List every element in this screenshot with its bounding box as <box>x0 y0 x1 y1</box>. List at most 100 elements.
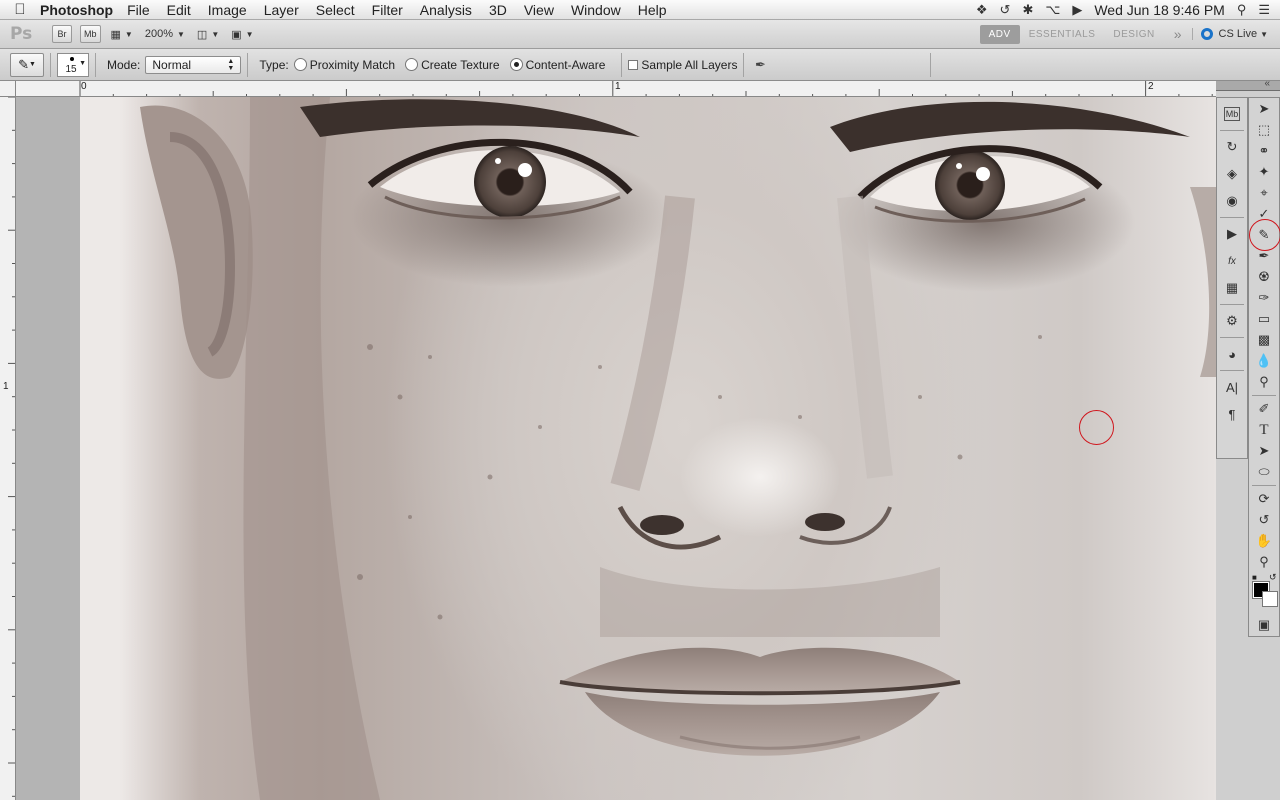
collapse-icon[interactable]: « <box>1264 78 1270 89</box>
horizontal-ruler[interactable]: 0 1 2 <box>16 81 1216 97</box>
sample-all-layers-checkbox[interactable]: Sample All Layers <box>628 58 737 72</box>
move-tool[interactable]: ➤ <box>1253 99 1275 119</box>
menu-clock[interactable]: Wed Jun 18 9:46 PM <box>1094 2 1224 18</box>
menu-help[interactable]: Help <box>638 2 667 18</box>
3d-orbit-tool[interactable]: ↺ <box>1253 510 1275 530</box>
menu-analysis[interactable]: Analysis <box>420 2 472 18</box>
ellipse-icon: ⬭ <box>1258 464 1270 479</box>
history-brush-tool[interactable]: ✑ <box>1253 288 1275 308</box>
zoom-icon: ⚲ <box>1259 554 1269 569</box>
eraser-tool[interactable]: ▭ <box>1253 309 1275 329</box>
swatches-panel-button[interactable]: ▦ <box>1221 277 1243 299</box>
pressure-size-button[interactable]: ✒ <box>750 55 770 75</box>
pen-tool[interactable]: ✐ <box>1253 399 1275 419</box>
background-color-swatch[interactable] <box>1262 591 1278 607</box>
radio-proximity-match[interactable]: Proximity Match <box>293 58 395 72</box>
workspace-design[interactable]: DESIGN <box>1104 25 1163 44</box>
path-selection-tool[interactable]: ➤ <box>1253 441 1275 461</box>
mode-label: Mode: <box>107 57 141 72</box>
menu-filter[interactable]: Filter <box>372 2 403 18</box>
clone-stamp-tool[interactable]: ♼ <box>1253 267 1275 287</box>
swap-colors-icon[interactable]: ↺ <box>1269 572 1277 583</box>
workspace-adv[interactable]: ADV <box>979 24 1020 44</box>
ellipse-tool[interactable]: ⬭ <box>1253 462 1275 482</box>
menu-3d[interactable]: 3D <box>489 2 507 18</box>
view-extras-dropdown[interactable]: ▦ ▼ <box>111 28 133 41</box>
time-machine-icon[interactable]: ↺ <box>1000 2 1011 18</box>
arrange-documents-dropdown[interactable]: ◫ ▼ <box>197 28 219 41</box>
apple-icon[interactable]:  <box>0 1 40 18</box>
mode-select[interactable]: Normal ▲ ▼ <box>145 55 242 74</box>
zoom-level-dropdown[interactable]: 200% ▼ <box>145 28 185 40</box>
chevron-down-icon: ▼ <box>124 29 133 39</box>
quick-mask-button[interactable]: ▣ <box>1253 615 1275 635</box>
ruler-ticks <box>8 96 15 797</box>
crop-tool[interactable]: ⌖ <box>1253 183 1275 203</box>
actions-icon: ▶ <box>1227 226 1237 241</box>
spot-healing-brush-tool[interactable]: ✎ <box>1249 219 1280 251</box>
radio-create-texture[interactable]: Create Texture <box>405 58 500 72</box>
more-workspaces-button[interactable]: » <box>1164 26 1192 42</box>
ruler-origin[interactable] <box>0 81 16 97</box>
tool-preset-picker[interactable]: ✎ ▼ <box>10 52 44 77</box>
default-colors-icon[interactable]: ■ <box>1252 573 1257 582</box>
cs-live-menu[interactable]: CS Live ▼ <box>1191 28 1268 40</box>
ruler-label-2: 2 <box>1148 81 1154 92</box>
launch-mini-bridge-button[interactable]: Mb <box>80 25 101 43</box>
lasso-tool[interactable]: ⚭ <box>1253 141 1275 161</box>
wifi-icon[interactable]: ⌥ <box>1045 2 1060 18</box>
vertical-ruler[interactable]: 1 <box>0 81 16 800</box>
menu-edit[interactable]: Edit <box>167 2 191 18</box>
radio-content-aware[interactable]: Content-Aware <box>509 58 605 72</box>
dropbox-icon[interactable]: ❖ <box>976 2 988 18</box>
screen-mode-dropdown[interactable]: ▣ ▼ <box>231 28 253 41</box>
portrait-photo[interactable] <box>80 97 1216 800</box>
pen-icon: ✐ <box>1258 401 1270 416</box>
menu-image[interactable]: Image <box>208 2 247 18</box>
gradient-tool[interactable]: ▩ <box>1253 330 1275 350</box>
list-icon[interactable]: ☰ <box>1258 2 1270 18</box>
type-tool[interactable]: T <box>1253 420 1275 440</box>
zoom-tool[interactable]: ⚲ <box>1253 552 1275 572</box>
menu-select[interactable]: Select <box>316 2 355 18</box>
workspace-essentials[interactable]: ESSENTIALS <box>1020 25 1105 44</box>
app-menu-photoshop[interactable]: Photoshop <box>40 2 113 18</box>
bluetooth-icon[interactable]: ✱ <box>1022 2 1033 18</box>
adjustments-panel-button[interactable]: ⚙ <box>1221 310 1243 332</box>
brush-picker[interactable]: 15 ▼ <box>57 52 89 77</box>
actions-panel-button[interactable]: ▶ <box>1221 223 1243 245</box>
3d-rotate-tool[interactable]: ⟳ <box>1253 489 1275 509</box>
separator <box>247 52 249 77</box>
mini-bridge-panel-button[interactable]: Mb <box>1221 103 1243 125</box>
panel-dock: Mb ↻ ◈ ◉ ▶ fx ▦ ⚙ ◕ A| ¶ <box>1216 97 1248 459</box>
quick-selection-tool[interactable]: ✦ <box>1253 162 1275 182</box>
search-icon[interactable]: ⚲ <box>1237 2 1247 18</box>
dodge-tool[interactable]: ⚲ <box>1253 372 1275 392</box>
hand-tool[interactable]: ✋ <box>1253 531 1275 551</box>
arrow-icon: ➤ <box>1258 443 1270 458</box>
brush-tool[interactable]: ✒ <box>1253 246 1275 266</box>
document-canvas[interactable] <box>16 97 1216 800</box>
navigator-panel-button[interactable]: ◕ <box>1221 343 1243 365</box>
chevron-down-icon: ▼ <box>176 29 185 39</box>
character-panel-button[interactable]: A| <box>1221 376 1243 398</box>
radio-circle <box>293 58 307 71</box>
menu-file[interactable]: File <box>127 2 150 18</box>
volume-icon[interactable]: ▶ <box>1072 2 1082 18</box>
adjustments-icon: ⚙ <box>1226 313 1238 328</box>
marquee-tool[interactable]: ⬚ <box>1253 120 1275 140</box>
layers-panel-button[interactable]: ◈ <box>1221 163 1243 185</box>
menu-window[interactable]: Window <box>571 2 621 18</box>
blur-tool[interactable]: 💧 <box>1253 351 1275 371</box>
menu-layer[interactable]: Layer <box>264 2 299 18</box>
styles-panel-button[interactable]: fx <box>1221 250 1243 272</box>
panel-collapse-bar[interactable]: « <box>1216 78 1280 91</box>
mini-bridge-icon: Mb <box>1223 107 1241 121</box>
brush-icon: ✒ <box>1258 248 1270 263</box>
history-panel-button[interactable]: ↻ <box>1221 136 1243 158</box>
paragraph-panel-button[interactable]: ¶ <box>1221 403 1243 425</box>
channels-panel-button[interactable]: ◉ <box>1221 190 1243 212</box>
status-area: ❖ ↺ ✱ ⌥ ▶ Wed Jun 18 9:46 PM ⚲ ☰ <box>976 2 1280 18</box>
launch-bridge-button[interactable]: Br <box>52 25 72 43</box>
menu-view[interactable]: View <box>524 2 554 18</box>
